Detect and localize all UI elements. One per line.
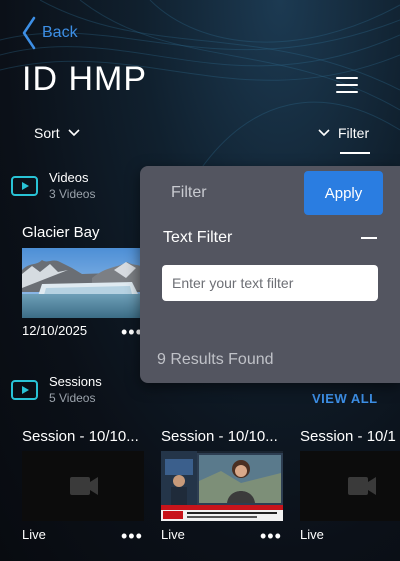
- video-camera-icon: [300, 451, 400, 521]
- page-title: ID HMP: [22, 60, 147, 98]
- videos-section-count: 3 Videos: [49, 187, 96, 201]
- text-filter-label: Text Filter: [163, 229, 233, 246]
- news-broadcast-image: [161, 451, 283, 521]
- sort-button[interactable]: Sort: [34, 125, 80, 141]
- session-status: Live: [300, 527, 324, 542]
- collapse-icon[interactable]: [361, 237, 377, 239]
- filter-panel-title: Filter: [171, 184, 207, 201]
- more-options-icon[interactable]: •••: [121, 527, 143, 545]
- session-thumbnail[interactable]: [22, 451, 144, 521]
- text-filter-input[interactable]: [162, 265, 378, 301]
- hamburger-menu-icon[interactable]: [336, 77, 358, 98]
- session-status: Live: [161, 527, 185, 542]
- sessions-section-icon: [11, 380, 38, 400]
- more-options-icon[interactable]: •••: [260, 527, 282, 545]
- videos-section-title: Videos: [49, 170, 89, 185]
- glacier-image: [22, 248, 144, 318]
- session-card-title: Session - 10/10...: [22, 428, 139, 445]
- session-thumbnail[interactable]: [300, 451, 400, 521]
- video-camera-icon: [22, 451, 144, 521]
- filter-active-underline: [340, 152, 370, 154]
- video-card-date: 12/10/2025: [22, 323, 88, 338]
- apply-button[interactable]: Apply: [304, 171, 383, 215]
- session-card-title: Session - 10/1: [300, 428, 396, 445]
- chevron-left-icon: [22, 16, 36, 50]
- sort-label: Sort: [34, 125, 60, 141]
- session-thumbnail-news[interactable]: [161, 451, 283, 521]
- results-count: 9 Results Found: [157, 351, 274, 368]
- back-label: Back: [42, 24, 78, 41]
- back-button[interactable]: Back: [22, 16, 78, 50]
- session-card-title: Session - 10/10...: [161, 428, 278, 445]
- view-all-link[interactable]: VIEW ALL: [312, 391, 378, 406]
- chevron-down-icon: [318, 129, 330, 137]
- video-card-title: Glacier Bay: [22, 224, 100, 241]
- session-status: Live: [22, 527, 46, 542]
- video-section-icon: [11, 176, 38, 196]
- video-thumbnail-glacier[interactable]: [22, 248, 144, 318]
- sessions-section-count: 5 Videos: [49, 391, 96, 405]
- chevron-down-icon: [68, 129, 80, 137]
- sessions-section-title: Sessions: [49, 374, 102, 389]
- videos-section-header: Videos 3 Videos: [49, 170, 95, 201]
- filter-popover: Filter Apply Text Filter 9 Results Found: [140, 166, 400, 383]
- sessions-section-header: Sessions 5 Videos: [49, 374, 102, 405]
- filter-toggle-button[interactable]: Filter: [318, 125, 369, 141]
- filter-toggle-label: Filter: [338, 125, 370, 141]
